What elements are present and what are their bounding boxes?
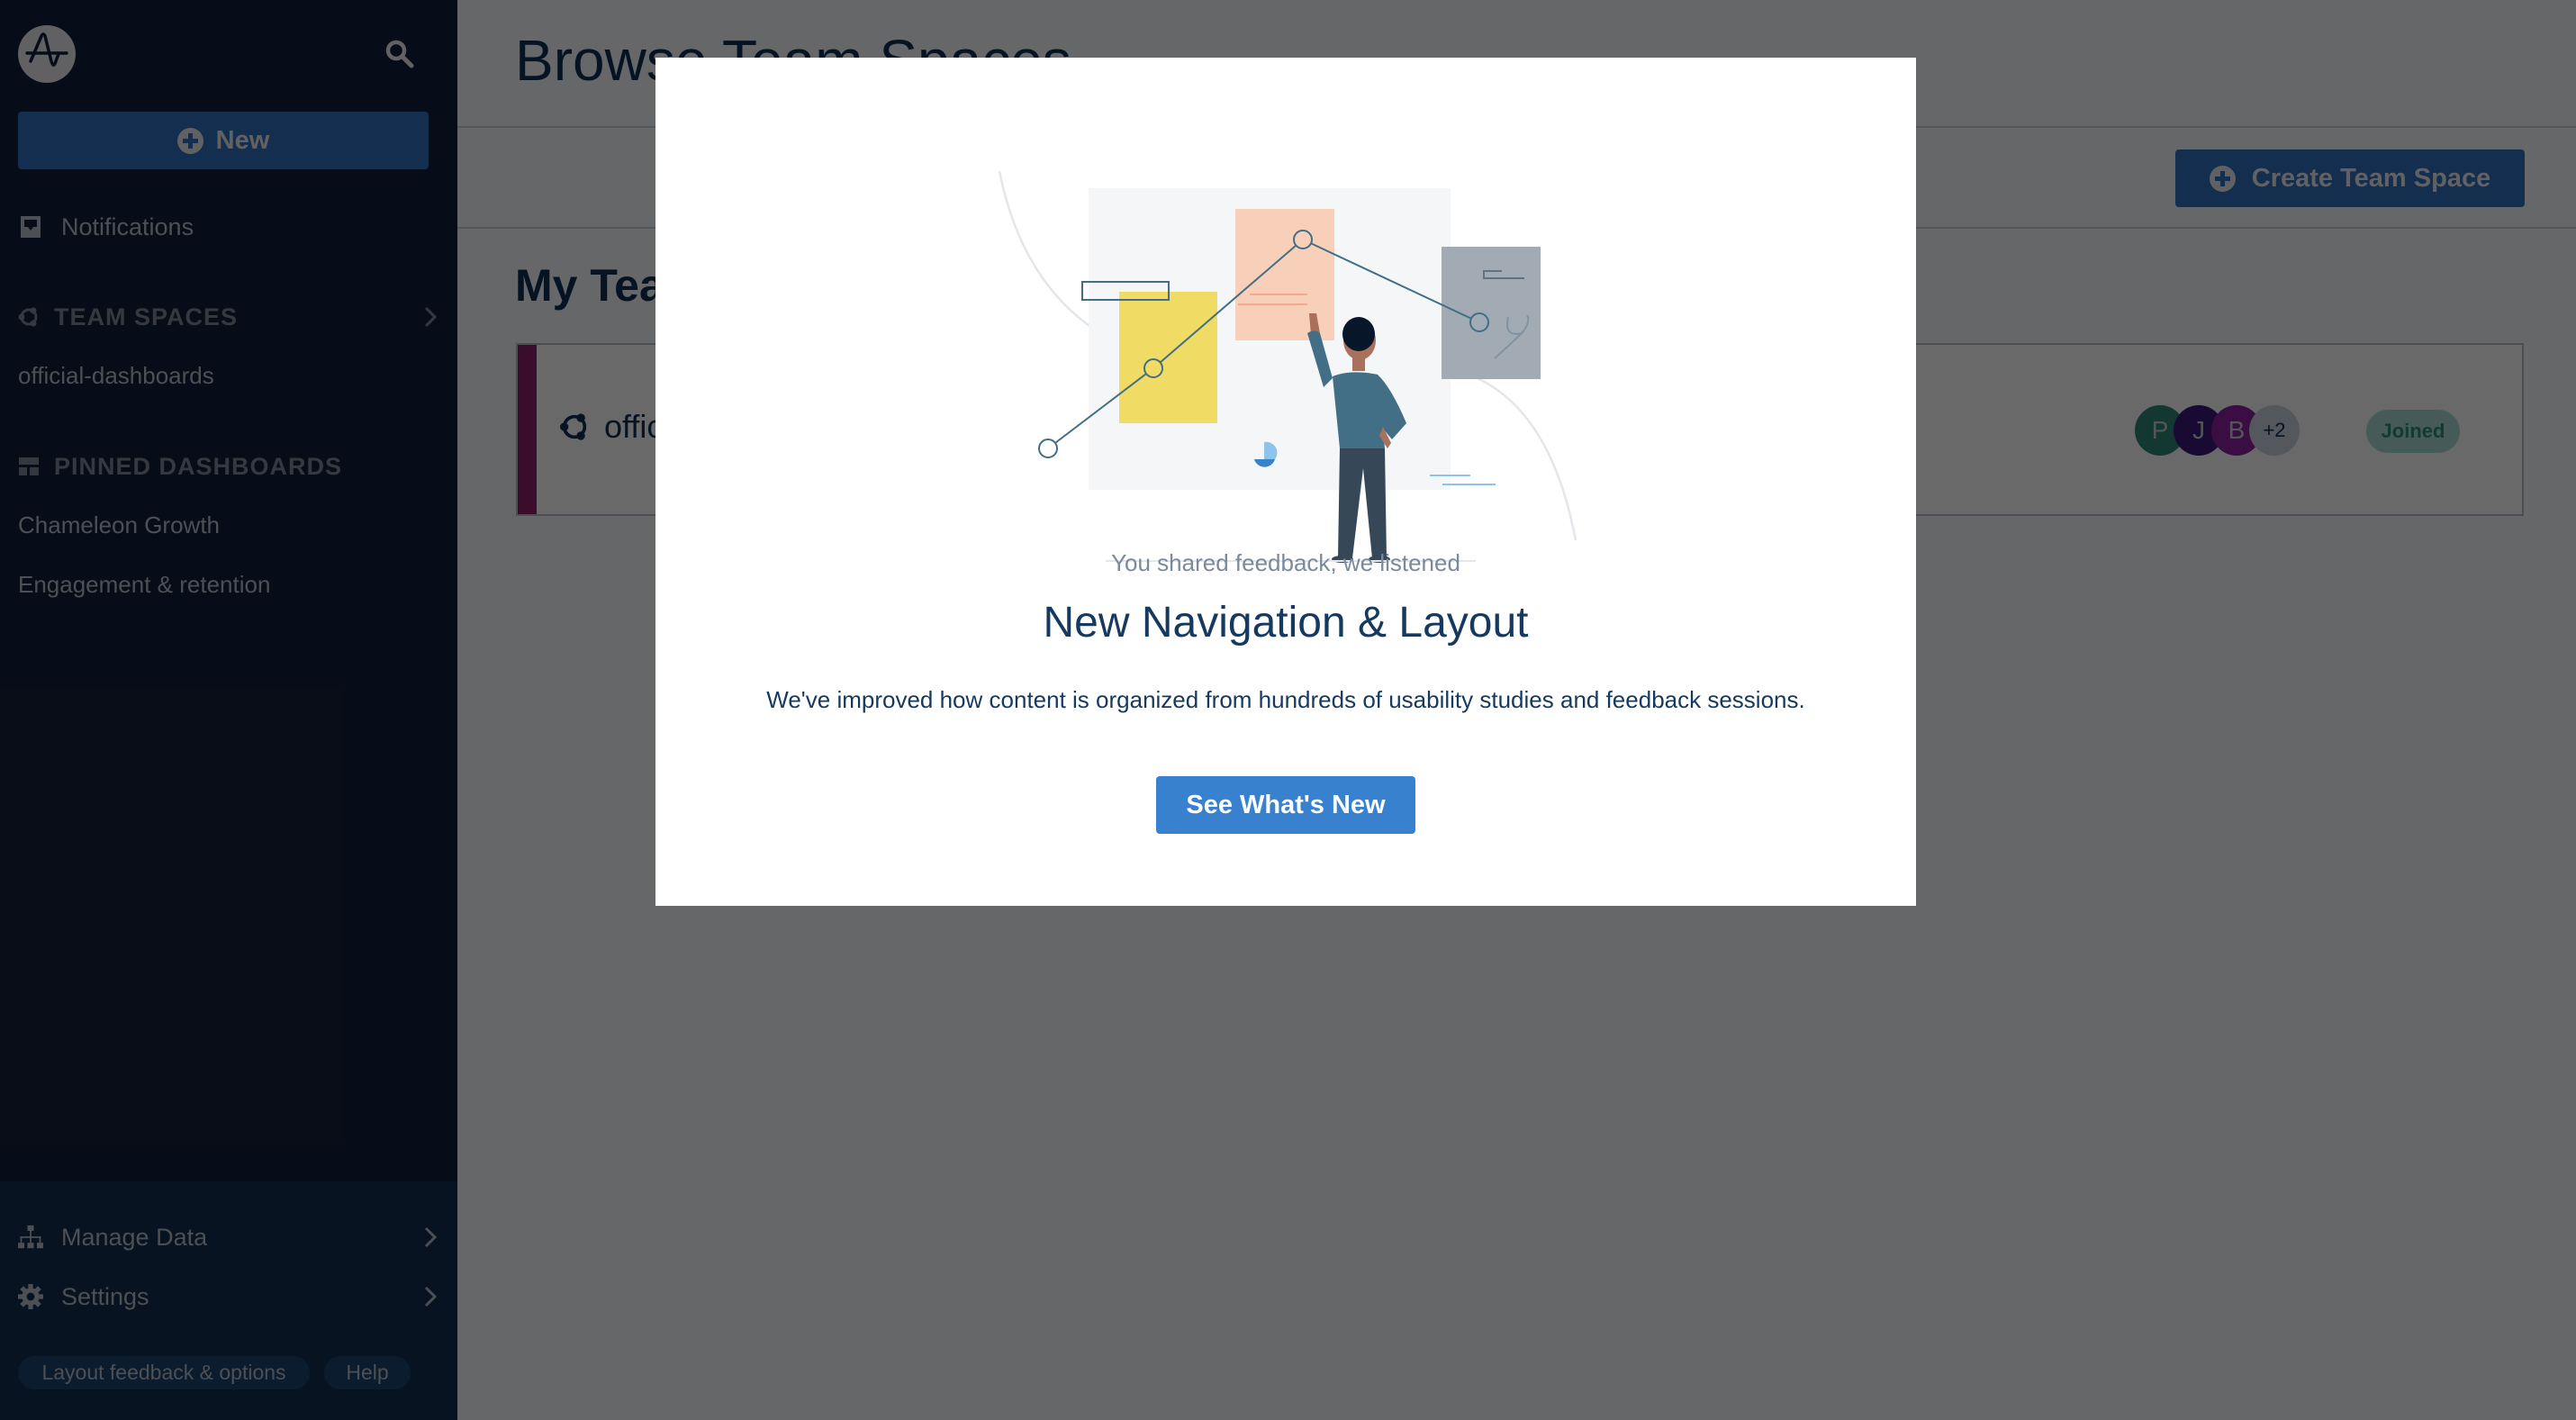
chart-node — [1038, 439, 1058, 458]
peach-card — [1235, 209, 1334, 340]
illustration — [998, 170, 1577, 563]
whats-new-modal: You shared feedback, we listened New Nav… — [655, 58, 1916, 906]
chart-node — [1293, 230, 1313, 249]
chart-node — [1469, 312, 1489, 332]
yellow-card — [1119, 292, 1217, 423]
see-whats-new-button[interactable]: See What's New — [1156, 776, 1415, 834]
chart-node — [1143, 358, 1163, 378]
grey-card — [1442, 247, 1541, 379]
modal-body: We've improved how content is organized … — [766, 686, 1805, 713]
modal-eyebrow: You shared feedback, we listened — [1111, 549, 1460, 576]
modal-title: New Navigation & Layout — [1043, 599, 1529, 647]
